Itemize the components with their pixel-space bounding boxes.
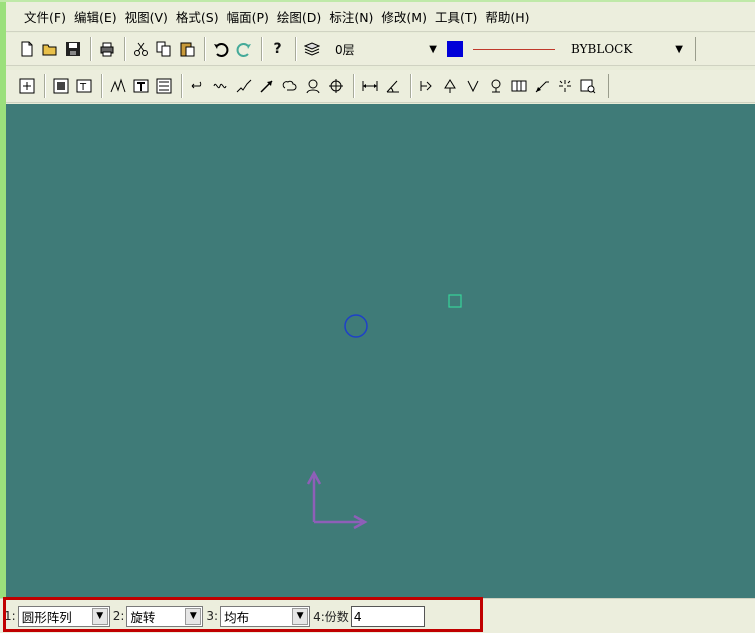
menu-tools[interactable]: 工具(T) <box>435 7 477 26</box>
linewidth-select[interactable]: BYBLOCK ▼ <box>567 38 687 60</box>
zoom-extents-icon[interactable] <box>16 75 37 97</box>
print-icon[interactable] <box>96 38 117 60</box>
block-insert-icon[interactable] <box>153 75 174 97</box>
paste-icon[interactable] <box>176 38 197 60</box>
datum-icon[interactable] <box>485 75 506 97</box>
menu-bar: 文件(F) 编辑(E) 视图(V) 格式(S) 幅面(P) 绘图(D) 标注(N… <box>6 2 755 32</box>
layer-manager-icon[interactable] <box>301 38 323 60</box>
menu-modify[interactable]: 修改(M) <box>381 7 427 26</box>
menu-file[interactable]: 文件(F) <box>24 7 66 26</box>
rough-symbol-icon[interactable] <box>508 75 529 97</box>
leader-icon[interactable] <box>531 75 552 97</box>
open-folder-icon[interactable] <box>39 38 60 60</box>
linetype-preview[interactable] <box>473 48 555 50</box>
text-style-icon[interactable]: T <box>73 75 94 97</box>
balloon-icon[interactable] <box>554 75 575 97</box>
save-icon[interactable] <box>62 38 83 60</box>
menu-view[interactable]: 视图(V) <box>125 7 168 26</box>
multiline-text-icon[interactable] <box>130 75 151 97</box>
arrow-pointer-icon[interactable] <box>256 75 277 97</box>
hatch-icon[interactable] <box>302 75 323 97</box>
menu-format[interactable]: 格式(S) <box>176 7 219 26</box>
help-icon[interactable]: ? <box>267 38 288 60</box>
menu-draw[interactable]: 绘图(D) <box>277 7 321 26</box>
redo-icon[interactable] <box>233 38 254 60</box>
undo-icon[interactable] <box>210 38 231 60</box>
drawing-toolbar: T <box>6 70 755 103</box>
highlight-box <box>3 597 483 632</box>
weld-symbol-icon[interactable] <box>416 75 437 97</box>
svg-text:T: T <box>79 82 87 93</box>
toolbar-separator <box>124 37 125 61</box>
inquiry-icon[interactable] <box>577 75 598 97</box>
tolerance-icon[interactable] <box>462 75 483 97</box>
toolbar-edge <box>695 37 701 61</box>
layer-value: 0层 <box>335 42 355 57</box>
cross-mark-icon[interactable] <box>325 75 346 97</box>
menu-dimension[interactable]: 标注(N) <box>329 7 373 26</box>
dimension-linear-icon[interactable] <box>359 75 380 97</box>
wave-curve-icon[interactable] <box>210 75 231 97</box>
layer-select[interactable]: 0层 ▼ <box>331 38 441 60</box>
surface-symbol-icon[interactable] <box>439 75 460 97</box>
zigzag-icon[interactable] <box>233 75 254 97</box>
menu-edit[interactable]: 编辑(E) <box>74 7 117 26</box>
menu-layout[interactable]: 幅面(P) <box>227 7 269 26</box>
cut-icon[interactable] <box>130 38 151 60</box>
drawn-circle[interactable] <box>344 314 368 338</box>
standard-toolbar: ? 0层 ▼ BYBLOCK ▼ <box>6 33 755 66</box>
toolbar-separator <box>90 37 91 61</box>
toolbar-separator <box>204 37 205 61</box>
menu-help[interactable]: 帮助(H) <box>485 7 529 26</box>
color-swatch[interactable] <box>447 41 463 57</box>
toolbar-separator <box>181 74 182 98</box>
zoom-window-icon[interactable] <box>50 75 71 97</box>
chevron-down-icon: ▼ <box>675 43 683 55</box>
copy-icon[interactable] <box>153 38 174 60</box>
polyline-text-icon[interactable] <box>107 75 128 97</box>
linewidth-value: BYBLOCK <box>571 42 633 56</box>
toolbar-separator <box>44 74 45 98</box>
arc-icon[interactable] <box>187 75 208 97</box>
cloud-curve-icon[interactable] <box>279 75 300 97</box>
toolbar-separator <box>261 37 262 61</box>
chevron-down-icon: ▼ <box>429 43 437 55</box>
ucs-axis-icon <box>306 470 368 530</box>
drawing-canvas[interactable] <box>6 104 755 598</box>
new-file-icon[interactable] <box>16 38 37 60</box>
toolbar-separator <box>295 37 296 61</box>
toolbar-separator <box>101 74 102 98</box>
pick-marker <box>448 294 462 308</box>
toolbar-separator <box>353 74 354 98</box>
toolbar-separator <box>410 74 411 98</box>
toolbar-edge <box>608 74 614 98</box>
dimension-angular-icon[interactable] <box>382 75 403 97</box>
